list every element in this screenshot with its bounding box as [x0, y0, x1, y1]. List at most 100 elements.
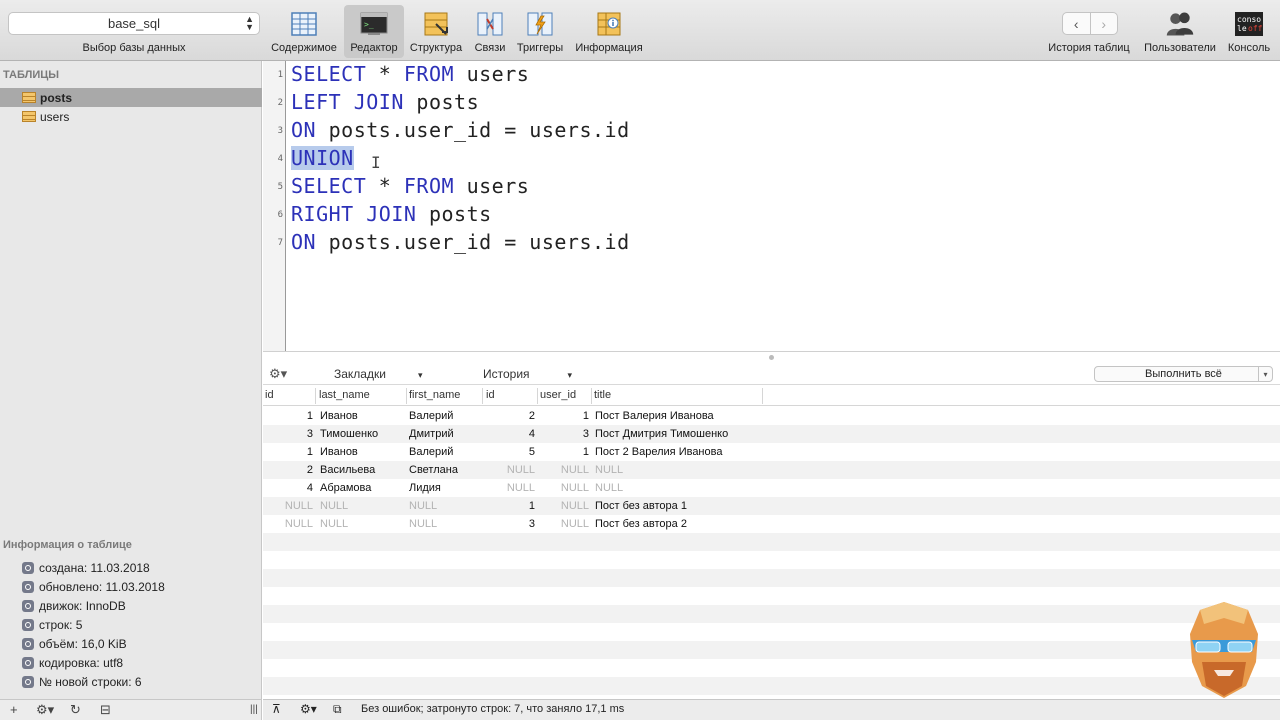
table-cell[interactable]: 3 — [539, 428, 589, 440]
table-cell[interactable]: Лидия — [409, 482, 481, 494]
table-cell[interactable]: Иванов — [320, 446, 405, 458]
database-select[interactable]: base_sql ▲ ▼ — [8, 12, 260, 35]
plus-icon[interactable]: + — [10, 702, 18, 717]
table-cell[interactable]: NULL — [539, 500, 589, 512]
table-cell[interactable]: 4 — [263, 482, 313, 494]
chevron-left-icon[interactable]: ‹ — [1063, 13, 1090, 34]
sidebar-bottom-bar: + ⚙▾ ↻ ⊟ ||| — [0, 699, 262, 720]
chevron-right-icon[interactable]: › — [1089, 13, 1118, 34]
table-cell[interactable]: Иванов — [320, 410, 405, 422]
tab-editor[interactable]: >_ Редактор — [344, 5, 404, 58]
filter-icon[interactable]: ⊟ — [100, 702, 111, 718]
table-row[interactable]: 1 Иванов Валерий 5 1 Пост 2 Варелия Иванова — [263, 443, 1280, 461]
tab-info[interactable]: Информация — [572, 5, 646, 58]
table-cell[interactable]: 2 — [483, 410, 535, 422]
structure-icon — [421, 9, 451, 39]
info-next-id: № новой строки: 6 — [22, 675, 142, 689]
table-cell[interactable]: 4 — [483, 428, 535, 440]
column-header[interactable]: title — [594, 389, 611, 401]
users-button[interactable]: Пользователи — [1140, 5, 1220, 58]
pane-splitter[interactable] — [263, 351, 1280, 364]
tab-triggers[interactable]: Триггеры — [512, 5, 568, 58]
console-label: Консоль — [1227, 42, 1271, 54]
table-cell[interactable]: NULL — [263, 500, 313, 512]
column-header[interactable]: last_name — [319, 389, 370, 401]
column-header[interactable]: first_name — [409, 389, 460, 401]
table-cell[interactable]: 2 — [263, 464, 313, 476]
svg-text:conso: conso — [1237, 15, 1261, 24]
table-cell[interactable]: Валерий — [409, 410, 481, 422]
table-cell[interactable]: Пост Валерия Иванова — [595, 410, 775, 422]
table-icon — [22, 111, 36, 122]
bookmarks-popup[interactable]: Закладки ▾ — [334, 367, 422, 381]
console-button[interactable]: conso le off Консоль — [1224, 5, 1274, 58]
table-cell[interactable]: 5 — [483, 446, 535, 458]
table-cell[interactable]: NULL — [409, 500, 481, 512]
tab-structure[interactable]: Структура — [406, 5, 466, 58]
column-divider — [762, 388, 763, 404]
history-popup[interactable]: История ▾ — [483, 367, 572, 381]
table-row[interactable]: 4 Абрамова Лидия NULL NULL NULL — [263, 479, 1280, 497]
code-line: ON posts.user_id = users.id — [291, 230, 630, 254]
sql-keyword: FROM — [403, 62, 455, 86]
code-line: ON posts.user_id = users.id — [291, 118, 630, 142]
table-cell[interactable]: NULL — [539, 482, 589, 494]
table-cell[interactable]: NULL — [539, 464, 589, 476]
table-cell[interactable]: 1 — [483, 500, 535, 512]
table-cell[interactable]: 1 — [539, 410, 589, 422]
results-toggle-icon[interactable]: ⊼ — [272, 702, 281, 716]
table-row[interactable]: 1 Иванов Валерий 2 1 Пост Валерия Иванова — [263, 407, 1280, 425]
table-cell[interactable]: 1 — [263, 410, 313, 422]
sidebar-item-posts[interactable]: posts — [0, 88, 262, 107]
table-cell[interactable]: Абрамова — [320, 482, 405, 494]
resize-handle-icon[interactable]: ||| — [250, 704, 258, 715]
table-cell[interactable]: NULL — [409, 518, 481, 530]
sql-keyword: FROM — [403, 174, 455, 198]
splitter-knob-icon[interactable] — [769, 355, 774, 360]
table-cell[interactable]: NULL — [320, 500, 405, 512]
table-cell[interactable]: NULL — [595, 482, 775, 494]
table-cell[interactable]: NULL — [595, 464, 775, 476]
table-cell[interactable]: Тимошенко — [320, 428, 405, 440]
tab-relations[interactable]: Связи — [470, 5, 510, 58]
query-editor[interactable]: 1 2 3 4 5 6 7 SELECT * FROM users LEFT J… — [263, 61, 1280, 351]
table-cell[interactable]: Пост без автора 1 — [595, 500, 775, 512]
table-cell[interactable]: Пост без автора 2 — [595, 518, 775, 530]
table-cell[interactable]: Пост Дмитрия Тимошенко — [595, 428, 775, 440]
refresh-icon[interactable]: ↻ — [70, 702, 81, 718]
table-cell[interactable]: 3 — [483, 518, 535, 530]
table-cell[interactable]: Валерий — [409, 446, 481, 458]
table-cell[interactable]: Васильева — [320, 464, 405, 476]
column-header[interactable]: id — [265, 389, 274, 401]
table-cell[interactable]: 1 — [539, 446, 589, 458]
gear-icon[interactable]: ⚙▾ — [300, 702, 317, 716]
column-header[interactable]: user_id — [540, 389, 576, 401]
gear-icon[interactable]: ⚙▾ — [36, 702, 54, 718]
table-row[interactable]: NULL NULL NULL 3 NULL Пост без автора 2 — [263, 515, 1280, 533]
table-cell[interactable]: Пост 2 Варелия Иванова — [595, 446, 775, 458]
table-row[interactable]: NULL NULL NULL 1 NULL Пост без автора 1 — [263, 497, 1280, 515]
table-cell[interactable]: NULL — [539, 518, 589, 530]
tab-content[interactable]: Содержимое — [266, 5, 342, 58]
gear-icon[interactable]: ⚙▾ — [269, 366, 287, 382]
column-header[interactable]: id — [486, 389, 495, 401]
run-all-button[interactable]: Выполнить всё ▾ — [1094, 366, 1273, 382]
table-cell[interactable]: Светлана — [409, 464, 481, 476]
table-row[interactable]: 3 Тимошенко Дмитрий 4 3 Пост Дмитрия Тимошенк… — [263, 425, 1280, 443]
table-cell[interactable]: NULL — [320, 518, 405, 530]
table-cell[interactable]: NULL — [483, 464, 535, 476]
sidebar-item-users[interactable]: users — [0, 107, 262, 126]
sql-keyword: LEFT JOIN — [291, 90, 404, 114]
table-row[interactable]: 2 Васильева Светлана NULL NULL NULL — [263, 461, 1280, 479]
triggers-icon — [525, 9, 555, 39]
table-history-button[interactable]: История таблиц — [1044, 40, 1134, 58]
table-cell[interactable]: NULL — [483, 482, 535, 494]
table-cell[interactable]: NULL — [263, 518, 313, 530]
status-message: Без ошибок; затронуто строк: 7, что заня… — [361, 703, 625, 715]
table-cell[interactable]: Дмитрий — [409, 428, 481, 440]
table-cell[interactable]: 3 — [263, 428, 313, 440]
users-icon — [1165, 9, 1195, 39]
table-cell[interactable]: 1 — [263, 446, 313, 458]
chevron-down-icon[interactable]: ▾ — [1258, 367, 1272, 381]
copy-icon[interactable]: ⧉ — [333, 702, 342, 717]
